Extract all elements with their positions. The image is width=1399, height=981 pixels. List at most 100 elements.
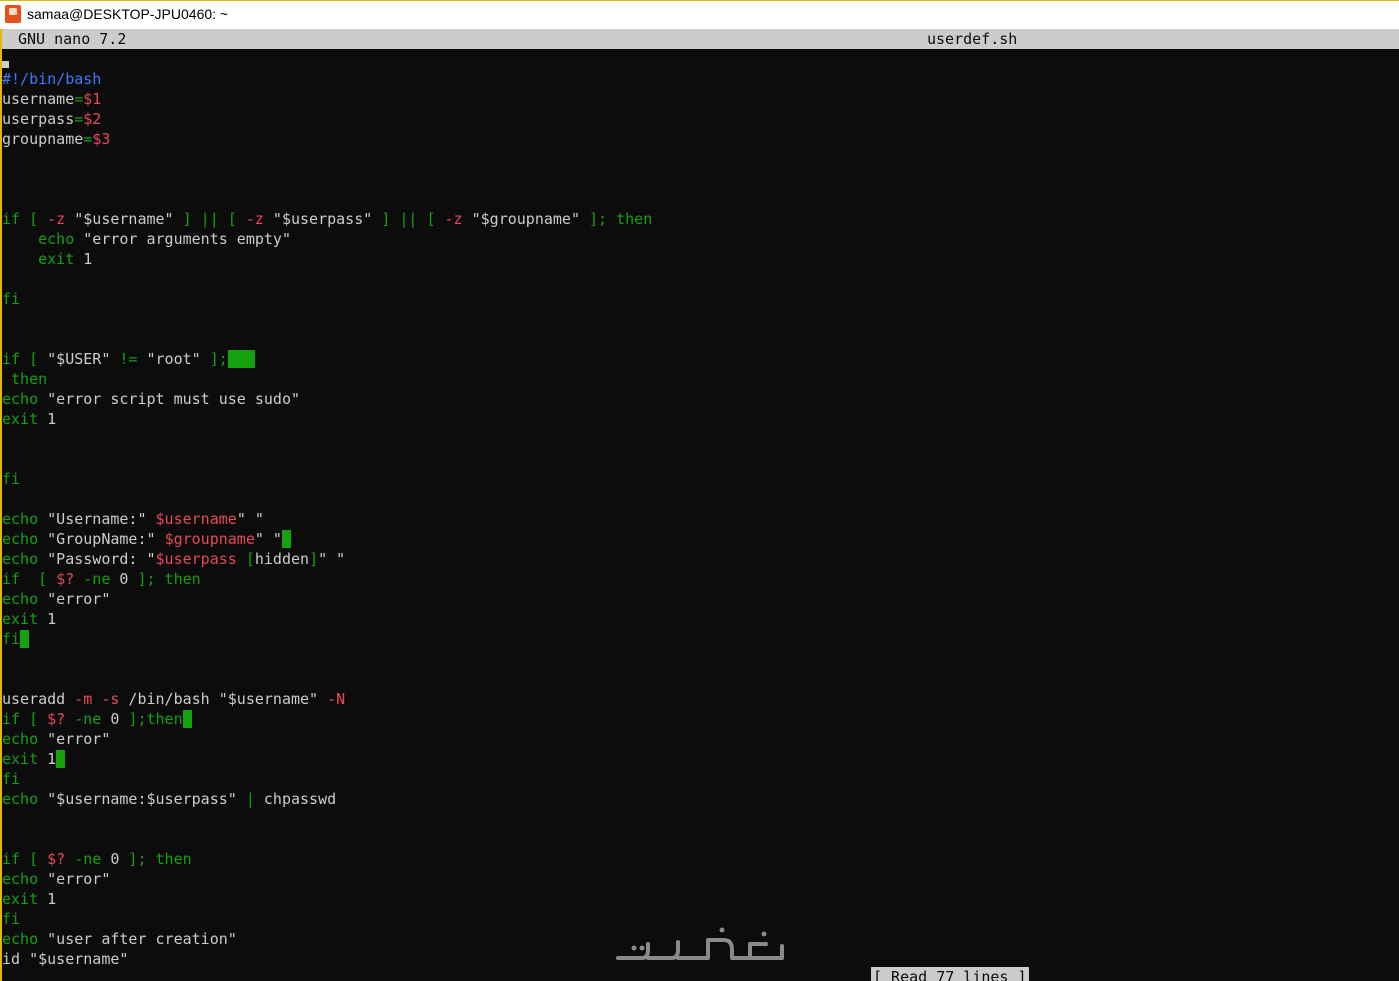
code-token: 1 [38,410,57,428]
window-titlebar[interactable]: samaa@DESKTOP-JPU0460: ~ [0,0,1399,29]
code-line: if [ -z "$username" ] || [ -z "$userpass… [2,209,652,229]
code-line: useradd -m -s /bin/bash "$username" -N [2,689,345,709]
code-token: -z [47,210,66,228]
terminal-app-icon [5,5,21,23]
code-line: fi [2,909,20,929]
editor-area[interactable]: #!/bin/bash username=$1 userpass=$2 groupna… [2,49,1399,981]
code-line: echo "Password: "$userpass [hidden]" " [2,549,345,569]
code-line: userpass=$2 [2,109,101,129]
code-token: " " [236,510,264,528]
code-token: if [ [2,710,48,728]
code-token: fi [2,910,21,928]
nano-filename: userdef.sh [927,30,1018,48]
code-token: = [83,130,93,148]
nano-title-bar: GNU nano 7.2 userdef.sh [2,29,1399,49]
code-token: "GroupName:" [38,530,165,548]
code-token: -ne [65,710,111,728]
code-token: fi [2,290,21,308]
code-token: -z [444,210,463,228]
code-token: echo [38,230,75,248]
highlight-block [182,710,192,728]
code-token: #!/bin/bash [2,70,102,88]
code-token: if [ [2,350,48,368]
code-line: echo "Username:" $username" " [2,509,264,529]
code-token: $2 [83,110,102,128]
code-token: "$username:$userpass" [38,790,246,808]
code-token: -N [327,690,346,708]
code-token: "$groupname" [462,210,590,228]
code-token: echo [2,550,39,568]
code-token: exit [2,890,39,908]
code-token: $3 [92,130,111,148]
code-token: -ne [74,570,120,588]
code-line: then [2,369,47,389]
khamsat-watermark-logo [616,927,784,960]
code-token: "error script must use sudo" [38,390,301,408]
code-token: 1 [38,610,57,628]
code-token: if [ [2,850,48,868]
code-token: 1 [38,750,57,768]
highlight-block [281,530,291,548]
code-line: exit 1 [2,749,66,769]
code-token: 1 [38,890,57,908]
code-token: useradd [2,690,75,708]
code-token: "$USER" [47,350,120,368]
code-line: exit 1 [2,249,92,269]
code-token: $1 [83,90,102,108]
code-line: echo "GroupName:" $groupname" " [2,529,291,549]
code-token: echo [2,530,39,548]
code-line: if [ $? -ne 0 ];then [2,709,192,729]
code-token: $? [47,850,66,868]
code-token: $username [155,510,237,528]
code-token: "root" [137,350,210,368]
code-line: echo "user after creation" [2,929,237,949]
code-token: "error" [38,870,111,888]
code-token: ]; [209,350,228,368]
code-token: -z [245,210,264,228]
code-token: 1 [74,250,93,268]
code-line: echo "error script must use sudo" [2,389,300,409]
code-line: exit 1 [2,889,56,909]
code-token: /bin/bash "$username" [119,690,328,708]
code-token: "$username" [65,210,183,228]
code-token: exit [2,410,39,428]
code-token: fi [2,630,21,648]
code-line: echo "error" [2,729,110,749]
code-line: username=$1 [2,89,101,109]
code-token: echo [2,790,39,808]
code-token: id "$username" [2,950,129,968]
code-line: fi [2,769,20,789]
code-token: echo [2,510,39,528]
code-token: ]; then [128,570,201,588]
code-token: fi [2,470,21,488]
code-token: -ne [65,850,111,868]
code-token: if [ [2,570,57,588]
code-token: $? [56,570,75,588]
code-token: "error arguments empty" [74,230,291,248]
code-token: ] [309,550,319,568]
code-token: echo [2,590,39,608]
code-token: $? [47,710,66,728]
window-title: samaa@DESKTOP-JPU0460: ~ [27,6,229,22]
code-token: "Password: " [38,550,156,568]
code-token: echo [2,930,39,948]
code-line: if [ "$USER" != "root" ]; [2,349,255,369]
code-token: ] || [ [381,210,445,228]
code-token: != [119,350,138,368]
code-token: if [ [2,210,48,228]
code-token: $groupname [164,530,255,548]
code-token: ] || [ [182,210,246,228]
code-token: username [2,90,75,108]
code-token: chpasswd [254,790,337,808]
code-token: userpass [2,110,75,128]
code-token: ];then [119,710,183,728]
nano-version: GNU nano 7.2 [18,30,127,48]
code-token: [ [236,550,255,568]
code-token: ]; then [589,210,653,228]
code-token: ]; then [119,850,192,868]
code-line: echo "error arguments empty" [2,229,291,249]
code-line: echo "$username:$userpass" | chpasswd [2,789,336,809]
highlight-block [227,350,255,368]
